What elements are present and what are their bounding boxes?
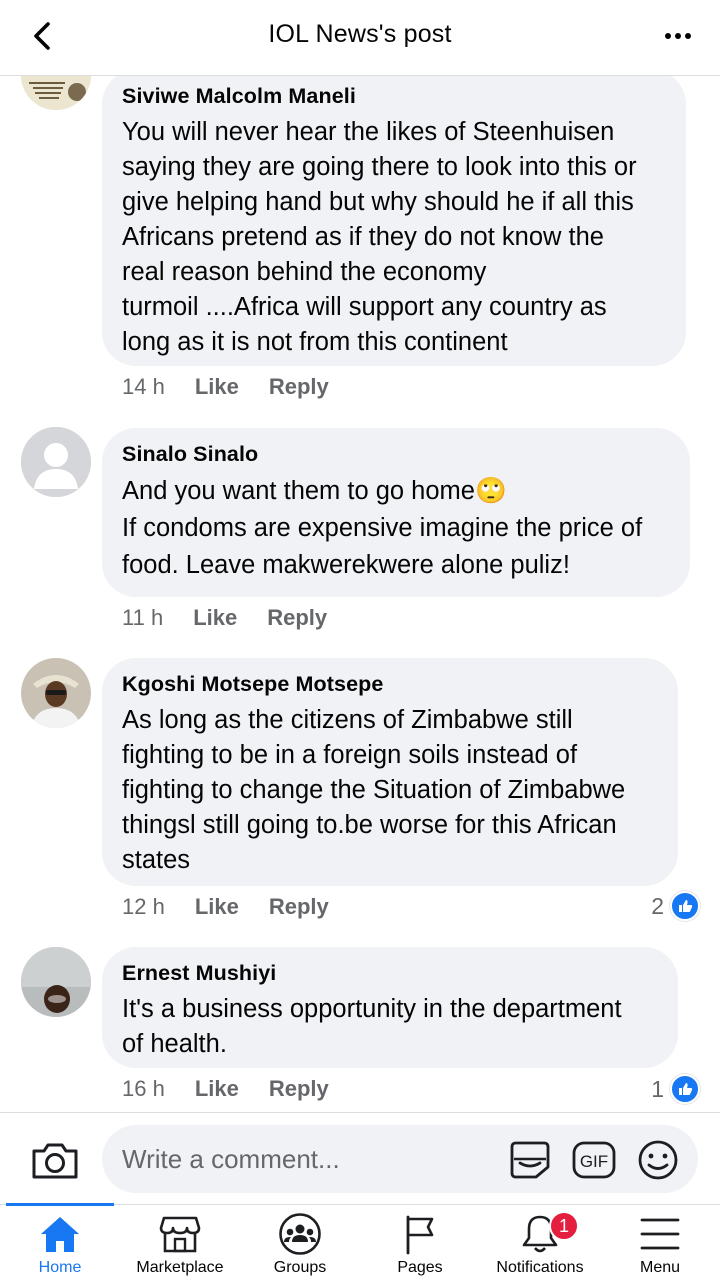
menu-icon bbox=[637, 1213, 683, 1255]
camera-icon[interactable] bbox=[30, 1139, 80, 1181]
comment-time: 11 h bbox=[122, 605, 164, 630]
like-button[interactable]: Like bbox=[195, 374, 239, 400]
page-title: IOL News's post bbox=[268, 20, 452, 48]
nav-pages[interactable]: Pages bbox=[360, 1205, 480, 1280]
comment-text: And you want them to go home🙄 If condoms… bbox=[122, 477, 643, 579]
groups-icon bbox=[277, 1213, 323, 1255]
reaction-count-number: 1 bbox=[651, 1075, 664, 1102]
comment-author[interactable]: Kgoshi Motsepe Motsepe bbox=[122, 672, 658, 697]
comments-list: Siviwe Malcolm Maneli You will never hea… bbox=[0, 0, 720, 1110]
comment-input[interactable]: Write a comment... GIF bbox=[102, 1125, 698, 1193]
reaction-count-number: 2 bbox=[651, 892, 664, 919]
reaction-count[interactable]: 2 bbox=[651, 891, 700, 921]
comment-composer: Write a comment... GIF bbox=[0, 1112, 720, 1204]
comment-text: It's a business opportunity in the depar… bbox=[122, 995, 622, 1058]
nav-pages-label: Pages bbox=[397, 1259, 443, 1276]
nav-home-label: Home bbox=[38, 1259, 82, 1276]
nav-marketplace[interactable]: Marketplace bbox=[120, 1205, 240, 1280]
reply-button[interactable]: Reply bbox=[269, 894, 329, 920]
comment-author[interactable]: Ernest Mushiyi bbox=[122, 961, 658, 986]
more-icon[interactable] bbox=[658, 16, 698, 56]
pages-icon bbox=[397, 1213, 443, 1255]
sticker-icon[interactable] bbox=[508, 1139, 552, 1179]
comment-bubble[interactable]: Ernest Mushiyi It's a business opportuni… bbox=[102, 947, 678, 1068]
like-thumb-icon bbox=[670, 1074, 700, 1104]
like-button[interactable]: Like bbox=[193, 605, 237, 631]
home-icon bbox=[37, 1213, 83, 1255]
like-thumb-icon bbox=[670, 891, 700, 921]
comment-actions: 16 h Like Reply bbox=[122, 1076, 359, 1102]
like-button[interactable]: Like bbox=[195, 894, 239, 920]
nav-groups[interactable]: Groups bbox=[240, 1205, 360, 1280]
nav-home[interactable]: Home bbox=[0, 1203, 120, 1280]
nav-marketplace-label: Marketplace bbox=[136, 1259, 224, 1276]
nav-menu-label: Menu bbox=[639, 1259, 681, 1276]
reply-button[interactable]: Reply bbox=[269, 1076, 329, 1102]
notification-badge: 1 bbox=[549, 1211, 579, 1241]
avatar[interactable] bbox=[21, 658, 91, 728]
gif-icon[interactable]: GIF bbox=[572, 1139, 616, 1179]
comment-text: As long as the citizens of Zimbabwe stil… bbox=[122, 706, 626, 874]
comment-author[interactable]: Siviwe Malcolm Maneli bbox=[122, 84, 666, 109]
emoji-icon[interactable] bbox=[636, 1139, 680, 1180]
comment-actions: 11 h Like Reply bbox=[122, 605, 357, 631]
comment-actions: 14 h Like Reply bbox=[122, 374, 359, 400]
comment-time: 14 h bbox=[122, 374, 165, 399]
svg-text:GIF: GIF bbox=[580, 1152, 608, 1171]
nav-notifications[interactable]: 1 Notifications bbox=[480, 1205, 600, 1280]
comment-actions: 12 h Like Reply bbox=[122, 894, 359, 920]
comment-input-placeholder: Write a comment... bbox=[122, 1144, 340, 1174]
comment-time: 16 h bbox=[122, 1076, 165, 1101]
reaction-count[interactable]: 1 bbox=[651, 1074, 700, 1104]
top-header: IOL News's post bbox=[0, 0, 720, 76]
comment-bubble[interactable]: Sinalo Sinalo And you want them to go ho… bbox=[102, 428, 690, 597]
avatar[interactable] bbox=[21, 947, 91, 1017]
reply-button[interactable]: Reply bbox=[269, 374, 329, 400]
like-button[interactable]: Like bbox=[195, 1076, 239, 1102]
nav-notifications-label: Notifications bbox=[496, 1259, 584, 1276]
bottom-nav: Home Marketplace Groups Pages 1 Notifica… bbox=[0, 1203, 720, 1280]
marketplace-icon bbox=[157, 1213, 203, 1255]
comment-text: You will never hear the likes of Steenhu… bbox=[122, 118, 637, 356]
comment-author[interactable]: Sinalo Sinalo bbox=[122, 442, 670, 467]
avatar[interactable] bbox=[21, 427, 91, 497]
nav-menu[interactable]: Menu bbox=[600, 1205, 720, 1280]
reply-button[interactable]: Reply bbox=[267, 605, 327, 631]
comment-bubble[interactable]: Siviwe Malcolm Maneli You will never hea… bbox=[102, 70, 686, 366]
comment-time: 12 h bbox=[122, 894, 165, 919]
nav-groups-label: Groups bbox=[273, 1259, 327, 1276]
comment-bubble[interactable]: Kgoshi Motsepe Motsepe As long as the ci… bbox=[102, 658, 678, 886]
